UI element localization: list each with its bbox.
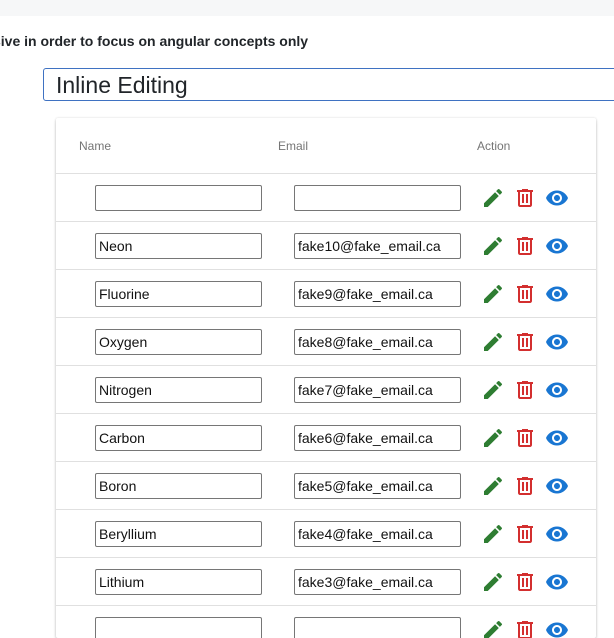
name-input[interactable]	[95, 185, 262, 211]
email-input[interactable]	[294, 521, 461, 547]
email-input[interactable]	[294, 185, 461, 211]
table-row	[56, 318, 596, 366]
table-row	[56, 510, 596, 558]
top-strip	[0, 0, 614, 16]
email-input[interactable]	[294, 473, 461, 499]
trash-icon[interactable]	[513, 522, 537, 546]
email-input[interactable]	[294, 281, 461, 307]
name-input[interactable]	[95, 425, 262, 451]
eye-icon[interactable]	[545, 570, 569, 594]
pencil-icon[interactable]	[481, 618, 505, 638]
email-input[interactable]	[294, 233, 461, 259]
trash-icon[interactable]	[513, 618, 537, 638]
trash-icon[interactable]	[513, 570, 537, 594]
title-box: Inline Editing	[43, 68, 614, 101]
email-input[interactable]	[294, 425, 461, 451]
table-row	[56, 606, 596, 638]
pencil-icon[interactable]	[481, 330, 505, 354]
trash-icon[interactable]	[513, 282, 537, 306]
trash-icon[interactable]	[513, 330, 537, 354]
eye-icon[interactable]	[545, 522, 569, 546]
trash-icon[interactable]	[513, 234, 537, 258]
table-row	[56, 414, 596, 462]
trash-icon[interactable]	[513, 474, 537, 498]
pencil-icon[interactable]	[481, 378, 505, 402]
name-input[interactable]	[95, 473, 262, 499]
email-input[interactable]	[294, 329, 461, 355]
eye-icon[interactable]	[545, 186, 569, 210]
notice-text: sive in order to focus on angular concep…	[0, 33, 309, 49]
eye-icon[interactable]	[545, 234, 569, 258]
name-input[interactable]	[95, 521, 262, 547]
email-input[interactable]	[294, 617, 461, 638]
table-row	[56, 270, 596, 318]
name-input[interactable]	[95, 329, 262, 355]
table-row	[56, 462, 596, 510]
pencil-icon[interactable]	[481, 186, 505, 210]
column-header-action: Action	[477, 139, 511, 153]
pencil-icon[interactable]	[481, 474, 505, 498]
table-header: Name Email Action	[56, 118, 596, 174]
page-title: Inline Editing	[56, 72, 188, 98]
trash-icon[interactable]	[513, 186, 537, 210]
eye-icon[interactable]	[545, 378, 569, 402]
email-input[interactable]	[294, 377, 461, 403]
pencil-icon[interactable]	[481, 426, 505, 450]
eye-icon[interactable]	[545, 426, 569, 450]
table-row	[56, 174, 596, 222]
name-input[interactable]	[95, 281, 262, 307]
pencil-icon[interactable]	[481, 570, 505, 594]
pencil-icon[interactable]	[481, 234, 505, 258]
eye-icon[interactable]	[545, 474, 569, 498]
data-table-card: Name Email Action	[56, 118, 596, 638]
table-body	[56, 174, 596, 638]
name-input[interactable]	[95, 233, 262, 259]
column-header-email: Email	[278, 139, 309, 153]
table-row	[56, 222, 596, 270]
eye-icon[interactable]	[545, 330, 569, 354]
name-input[interactable]	[95, 569, 262, 595]
trash-icon[interactable]	[513, 378, 537, 402]
table-row	[56, 366, 596, 414]
column-header-name: Name	[79, 139, 112, 153]
pencil-icon[interactable]	[481, 522, 505, 546]
name-input[interactable]	[95, 377, 262, 403]
table-row	[56, 558, 596, 606]
trash-icon[interactable]	[513, 426, 537, 450]
eye-icon[interactable]	[545, 282, 569, 306]
eye-icon[interactable]	[545, 618, 569, 638]
email-input[interactable]	[294, 569, 461, 595]
name-input[interactable]	[95, 617, 262, 638]
pencil-icon[interactable]	[481, 282, 505, 306]
